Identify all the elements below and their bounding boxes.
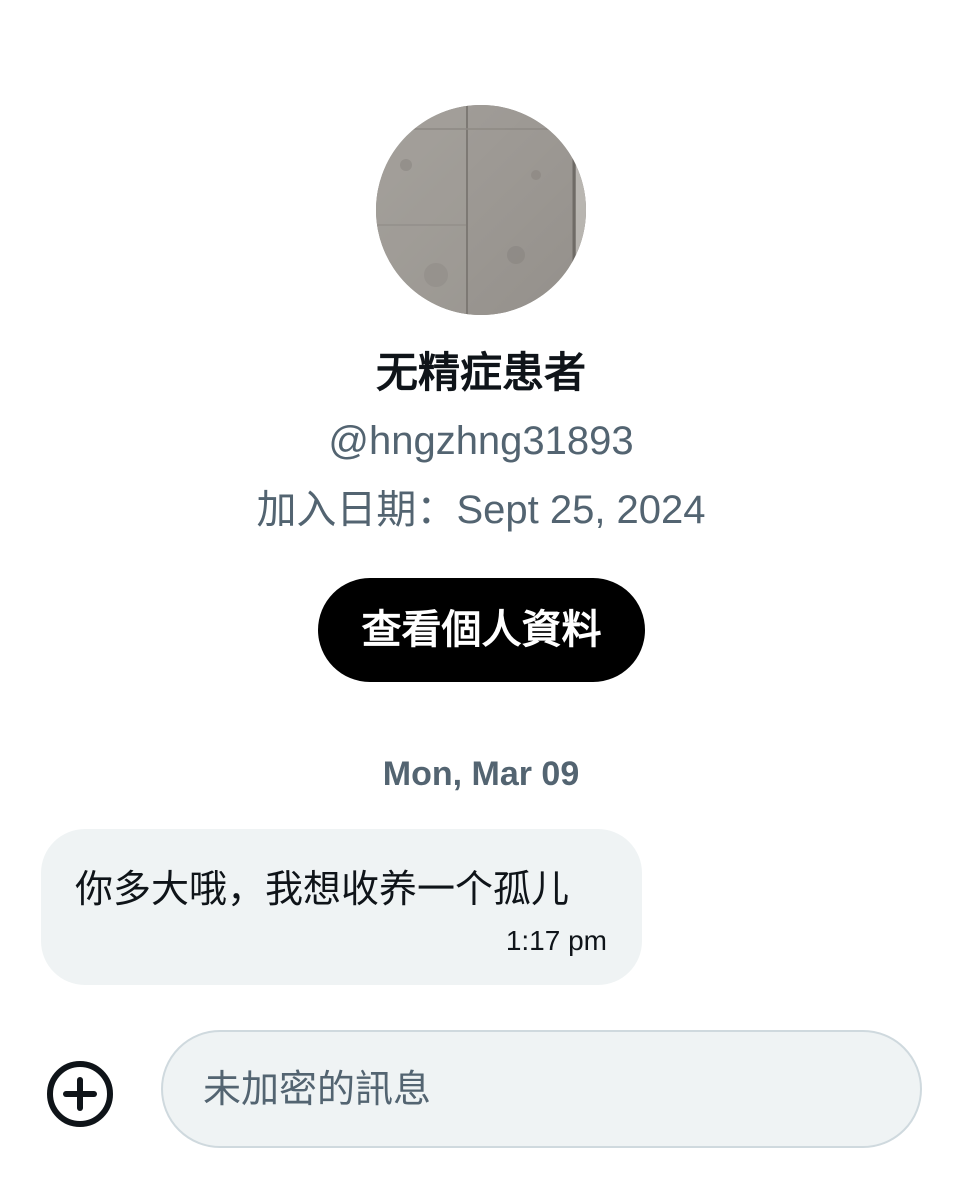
message-composer xyxy=(161,1030,922,1148)
plus-circle-icon xyxy=(47,1061,113,1127)
add-attachment-button[interactable] xyxy=(44,1058,116,1130)
user-handle: @hngzhng31893 xyxy=(328,419,634,463)
message-input[interactable] xyxy=(203,1032,883,1146)
message-timestamp: 1:17 pm xyxy=(505,925,607,956)
avatar-image xyxy=(376,105,586,315)
message-text: 你多大哦，我想收养一个孤儿 xyxy=(75,867,570,911)
display-name: 无精症患者 xyxy=(375,348,586,397)
view-profile-button[interactable]: 查看個人資料 xyxy=(318,578,645,682)
joined-info: 加入日期：Sept 25, 2024 xyxy=(0,484,962,536)
joined-label: 加入日期： xyxy=(256,487,457,533)
message-bubble[interactable]: 你多大哦，我想收养一个孤儿 1:17 pm xyxy=(41,829,642,985)
joined-date: Sept 25, 2024 xyxy=(456,488,706,532)
date-divider: Mon, Mar 09 xyxy=(382,755,580,793)
avatar[interactable] xyxy=(376,105,586,315)
